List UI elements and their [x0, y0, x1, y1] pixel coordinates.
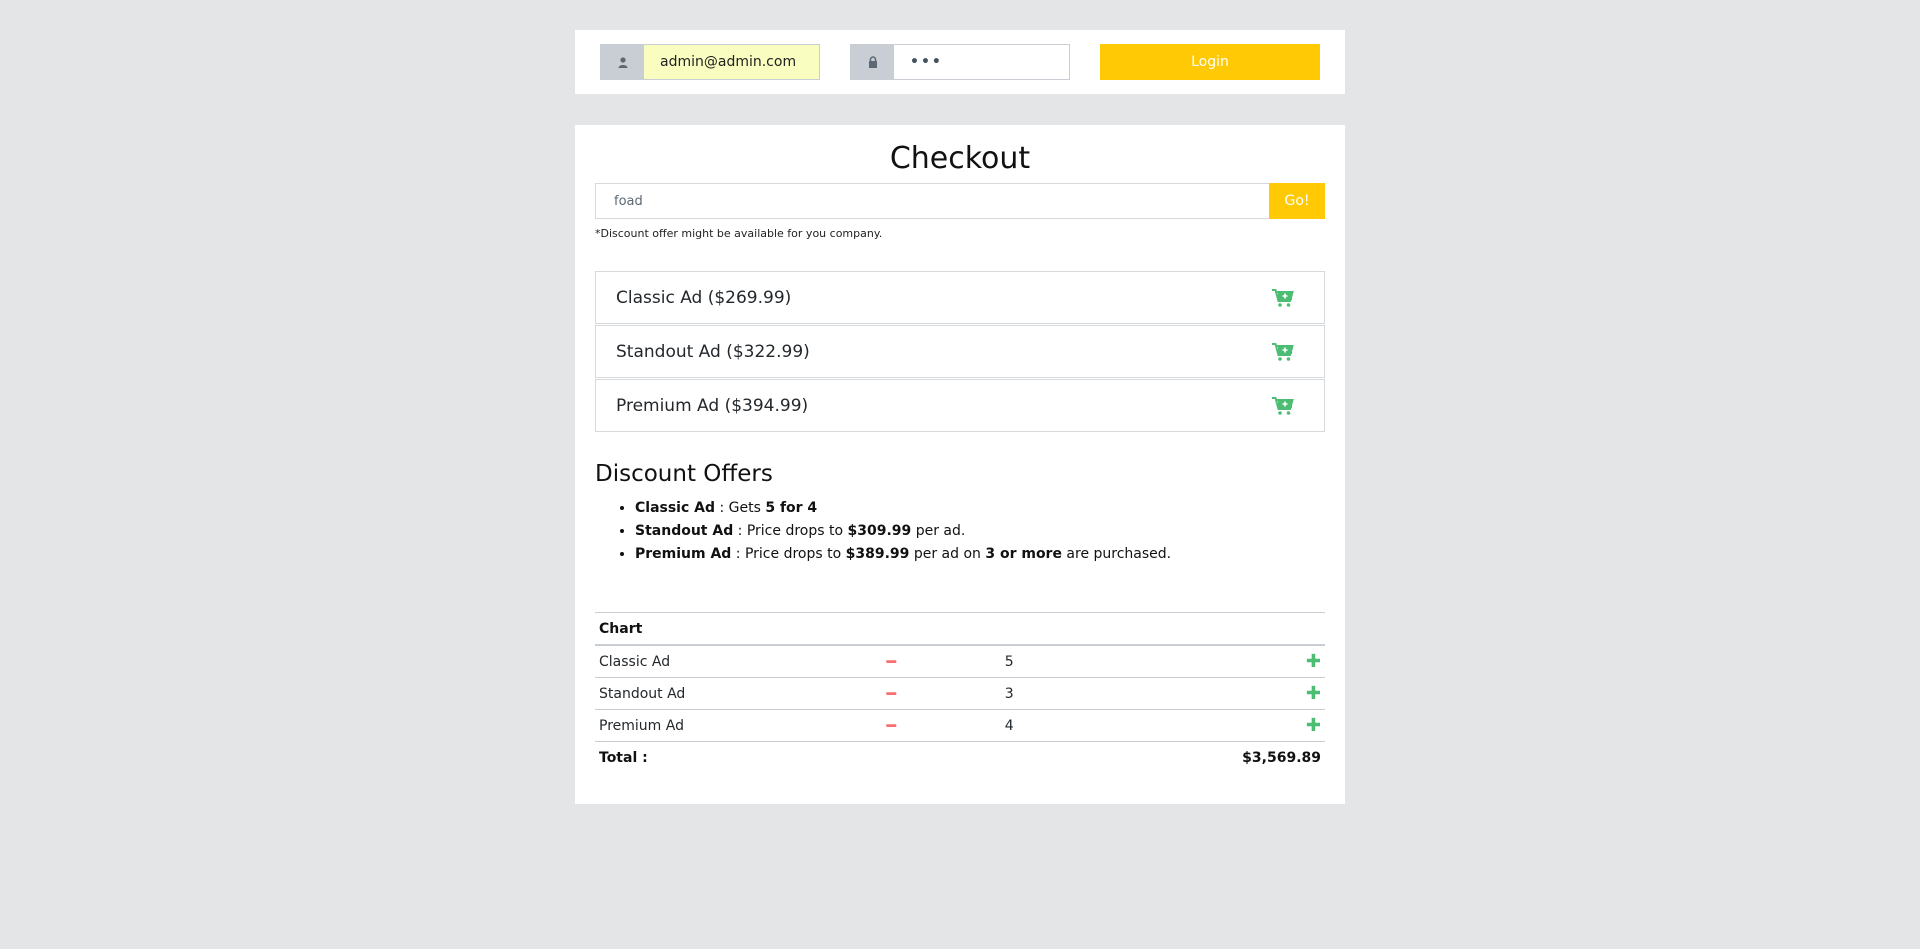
- checkout-card: Checkout foad Go! *Discount offer might …: [575, 125, 1345, 804]
- email-field[interactable]: admin@admin.com: [644, 45, 819, 79]
- offer-product: Classic Ad: [635, 500, 716, 516]
- product-item-premium[interactable]: Premium Ad ($394.99): [595, 379, 1325, 432]
- cart-table-header: Chart: [595, 612, 1325, 646]
- email-input-group: admin@admin.com: [600, 44, 820, 80]
- decrement-button[interactable]: ━: [852, 677, 931, 710]
- offer-item: Premium Ad : Price drops to $389.99 per …: [635, 543, 1171, 566]
- cart-plus-icon[interactable]: [1272, 395, 1294, 417]
- page-title: Checkout: [889, 141, 1031, 176]
- product-name: Classic Ad ($269.99): [616, 287, 792, 308]
- total-label: Total :: [595, 741, 1089, 773]
- offer-highlight: 5 for 4: [765, 500, 818, 516]
- company-search: foad Go!: [595, 183, 1325, 219]
- offer-product: Standout Ad: [635, 523, 734, 539]
- item-quantity: 4: [930, 709, 1089, 742]
- go-button[interactable]: Go!: [1269, 183, 1325, 219]
- user-icon: [601, 45, 644, 79]
- offer-highlight: $389.99: [845, 546, 910, 562]
- discount-note: *Discount offer might be available for y…: [595, 227, 883, 240]
- password-input-group: •••: [850, 44, 1070, 80]
- product-name: Premium Ad ($394.99): [616, 395, 809, 416]
- decrement-button[interactable]: ━: [852, 644, 931, 678]
- password-field[interactable]: •••: [894, 45, 1069, 79]
- product-item-standout[interactable]: Standout Ad ($322.99): [595, 325, 1325, 378]
- product-name: Standout Ad ($322.99): [616, 341, 810, 362]
- discount-offers-title: Discount Offers: [595, 461, 773, 487]
- offer-text: are purchased.: [1061, 546, 1172, 562]
- offer-item: Classic Ad : Gets 5 for 4: [635, 497, 1171, 520]
- increment-button[interactable]: ✚: [1088, 709, 1325, 742]
- product-list: Classic Ad ($269.99) Standout Ad ($322.9…: [595, 271, 1325, 433]
- offer-text: : Price drops to: [733, 523, 848, 539]
- offer-text: per ad on: [909, 546, 986, 562]
- cart-plus-icon[interactable]: [1272, 341, 1294, 363]
- minus-icon[interactable]: ━: [886, 652, 896, 671]
- table-row: Standout Ad ━ 3 ✚: [595, 677, 1325, 710]
- offer-item: Standout Ad : Price drops to $309.99 per…: [635, 520, 1171, 543]
- offer-list: Classic Ad : Gets 5 for 4 Standout Ad : …: [595, 497, 1171, 566]
- item-name: Premium Ad: [595, 709, 853, 742]
- product-item-classic[interactable]: Classic Ad ($269.99): [595, 271, 1325, 324]
- login-button[interactable]: Login: [1100, 44, 1320, 80]
- plus-icon[interactable]: ✚: [1306, 715, 1321, 736]
- item-quantity: 5: [930, 644, 1089, 678]
- cart-table: Chart Classic Ad ━ 5 ✚ Standout Ad ━ 3 ✚…: [595, 612, 1325, 773]
- offer-highlight: 3 or more: [985, 546, 1062, 562]
- lock-icon: [851, 45, 894, 79]
- total-value: $3,569.89: [1088, 741, 1325, 773]
- offer-product: Premium Ad: [635, 546, 732, 562]
- increment-button[interactable]: ✚: [1088, 644, 1325, 678]
- cart-plus-icon[interactable]: [1272, 287, 1294, 309]
- total-row: Total : $3,569.89: [595, 741, 1325, 773]
- item-quantity: 3: [930, 677, 1089, 710]
- login-bar: admin@admin.com ••• Login: [575, 30, 1345, 94]
- item-name: Standout Ad: [595, 677, 853, 710]
- increment-button[interactable]: ✚: [1088, 677, 1325, 710]
- plus-icon[interactable]: ✚: [1306, 683, 1321, 704]
- plus-icon[interactable]: ✚: [1306, 651, 1321, 672]
- company-input[interactable]: foad: [595, 183, 1269, 219]
- item-name: Classic Ad: [595, 644, 853, 678]
- table-row: Classic Ad ━ 5 ✚: [595, 644, 1325, 678]
- minus-icon[interactable]: ━: [886, 684, 896, 703]
- offer-text: per ad.: [911, 523, 966, 539]
- table-row: Premium Ad ━ 4 ✚: [595, 709, 1325, 742]
- decrement-button[interactable]: ━: [852, 709, 931, 742]
- offer-text: : Gets: [715, 500, 766, 516]
- minus-icon[interactable]: ━: [886, 716, 896, 735]
- offer-highlight: $309.99: [847, 523, 912, 539]
- offer-text: : Price drops to: [731, 546, 846, 562]
